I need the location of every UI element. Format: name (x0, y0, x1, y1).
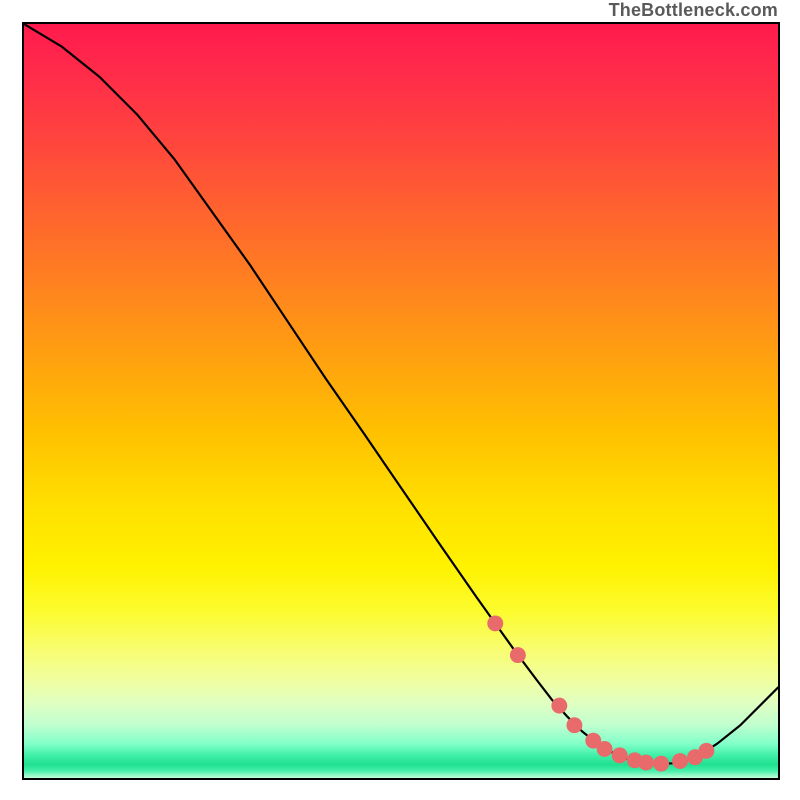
chart-container: TheBottleneck.com (0, 0, 800, 800)
highlight-marker (672, 753, 688, 769)
highlight-marker (487, 615, 503, 631)
highlight-marker (638, 755, 654, 771)
highlight-marker (653, 756, 669, 772)
highlight-marker (597, 741, 613, 757)
watermark-text: TheBottleneck.com (609, 0, 778, 21)
highlight-markers (487, 615, 714, 771)
highlight-marker (612, 747, 628, 763)
highlight-marker (510, 647, 526, 663)
highlight-marker (566, 717, 582, 733)
bottleneck-curve-line (24, 24, 778, 764)
highlight-marker (698, 743, 714, 759)
chart-svg (24, 24, 778, 778)
highlight-marker (551, 698, 567, 714)
plot-area (22, 22, 780, 780)
